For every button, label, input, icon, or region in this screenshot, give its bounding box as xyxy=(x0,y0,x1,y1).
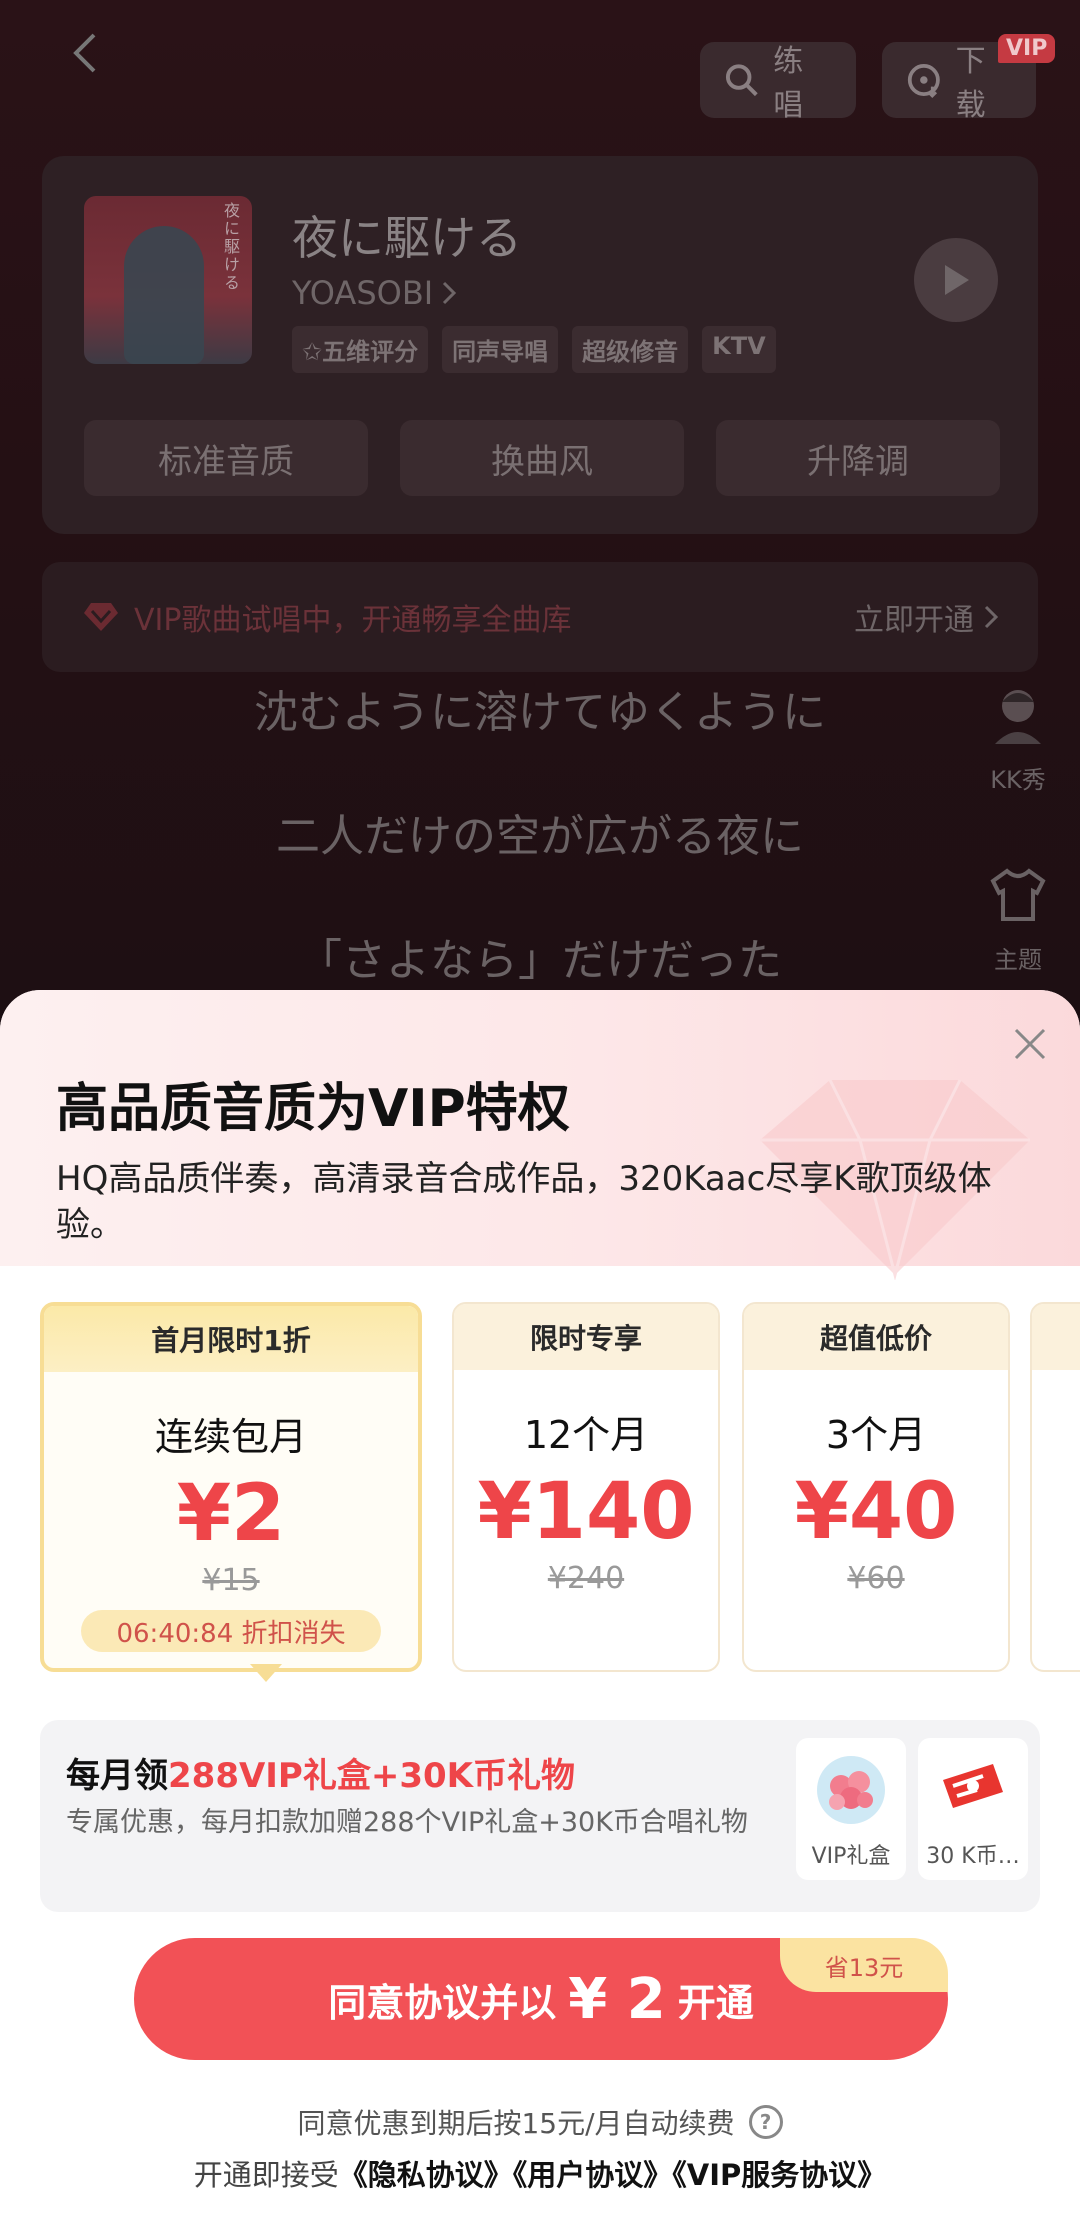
agreement-line: 开通即接受《隐私协议》《用户协议》《VIP服务协议》 xyxy=(0,2152,1080,2194)
ticket-icon xyxy=(943,1764,1003,1808)
chevron-left-icon xyxy=(73,33,96,73)
diamond-heart-icon xyxy=(84,603,118,631)
agreement-prefix: 开通即接受 xyxy=(193,2158,339,2192)
monthly-benefit-card: 每月领288VIP礼盒+30K币礼物 专属优惠，每月扣款加赠288个VIP礼盒+… xyxy=(40,1720,1040,1912)
plan-card-monthly[interactable]: 首月限时1折 连续包月 ¥2 ¥15 06:40:84 折扣消失 xyxy=(40,1302,422,1672)
discount-countdown: 06:40:84 折扣消失 xyxy=(81,1610,381,1652)
artist-name: YOASOBI xyxy=(292,274,434,312)
selected-pointer xyxy=(250,1664,282,1682)
pitch-button[interactable]: 升降调 xyxy=(716,420,1000,496)
benefit-title: 每月领288VIP礼盒+30K币礼物 xyxy=(66,1756,576,1796)
song-tags: ✩五维评分 同声导唱 超级修音 KTV xyxy=(292,326,776,373)
avatar-icon xyxy=(983,680,1053,750)
chevron-right-icon xyxy=(443,281,457,305)
tshirt-icon xyxy=(983,860,1053,930)
plan-card-3-months[interactable]: 超值低价 3个月 ¥40 ¥60 xyxy=(742,1302,1010,1672)
vip-purchase-sheet: 高品质音质为VIP特权 HQ高品质伴奏，高清录音合成作品，320Kaac尽享K歌… xyxy=(0,990,1080,2238)
theme-label: 主题 xyxy=(994,946,1042,974)
plan-card-more[interactable] xyxy=(1030,1302,1080,1672)
download-disc-icon xyxy=(907,64,940,98)
vip-trial-banner[interactable]: VIP歌曲试唱中，开通畅享全曲库 立即开通 xyxy=(42,562,1038,672)
auto-renew-note: 同意优惠到期后按15元/月自动续费 ? xyxy=(0,2102,1080,2142)
plan-name: 12个月 xyxy=(523,1413,649,1457)
sheet-title: 高品质音质为VIP特权 xyxy=(56,1079,570,1139)
user-agreement-link[interactable]: 《用户协议》 xyxy=(513,2158,673,2192)
plan-name: 3个月 xyxy=(825,1413,927,1457)
save-badge: 省13元 xyxy=(780,1938,948,1992)
song-tag-rating[interactable]: ✩五维评分 xyxy=(292,326,429,373)
cta-amount: ¥ 2 xyxy=(568,1966,666,2032)
benefit-description: 专属优惠，每月扣款加赠288个VIP礼盒+30K币合唱礼物 xyxy=(66,1807,748,1838)
option-row: 标准音质 换曲风 升降调 xyxy=(84,420,1000,496)
gift-label: VIP礼盒 xyxy=(811,1844,891,1869)
plan-name: 连续包月 xyxy=(154,1415,307,1459)
gift-vip-box[interactable]: VIP礼盒 xyxy=(796,1738,906,1880)
song-tag-guide[interactable]: 同声导唱 xyxy=(442,326,559,373)
plan-price: ¥140 xyxy=(477,1467,695,1557)
kk-show-label: KK秀 xyxy=(990,766,1046,794)
song-tag-tune[interactable]: 超级修音 xyxy=(572,326,689,373)
gift-label: 30 K币… xyxy=(926,1844,1020,1869)
plan-original-price: ¥15 xyxy=(202,1563,260,1598)
plan-price: ¥2 xyxy=(176,1469,286,1559)
style-button[interactable]: 换曲风 xyxy=(400,420,684,496)
cover-figure xyxy=(124,226,204,364)
quality-button[interactable]: 标准音质 xyxy=(84,420,368,496)
practice-button[interactable]: 练唱 xyxy=(700,42,856,123)
chevron-right-icon xyxy=(984,605,998,629)
song-title: 夜に駆ける xyxy=(292,211,522,265)
download-vip-badge: VIP xyxy=(998,34,1056,63)
plan-tag xyxy=(1032,1304,1080,1370)
play-button[interactable] xyxy=(914,238,998,322)
lyric-line: 沈むように溶けてゆくように xyxy=(254,687,826,738)
close-icon xyxy=(1014,1028,1046,1060)
plan-list: 首月限时1折 连续包月 ¥2 ¥15 06:40:84 折扣消失 限时专享 12… xyxy=(40,1302,1080,1682)
open-now-link[interactable]: 立即开通 xyxy=(854,595,998,639)
vip-banner-text: VIP歌曲试唱中，开通畅享全曲库 xyxy=(134,603,572,638)
lyric-line: 二人だけの空が広がる夜に xyxy=(276,811,804,862)
player-background: 练唱 下载 VIP 夜に駆ける 夜に駆ける YOASOBI ✩五维评分 同声导唱… xyxy=(0,0,1080,1000)
sheet-header: 高品质音质为VIP特权 HQ高品质伴奏，高清录音合成作品，320Kaac尽享K歌… xyxy=(0,990,1080,1280)
search-icon xyxy=(725,64,758,97)
cover-text: 夜に駆ける xyxy=(221,202,240,292)
question-icon[interactable]: ? xyxy=(748,2105,783,2139)
flower-bouquet-icon xyxy=(817,1756,885,1824)
plan-card-12-months[interactable]: 限时专享 12个月 ¥140 ¥240 xyxy=(452,1302,720,1672)
song-artist-link[interactable]: YOASOBI xyxy=(292,274,457,312)
vip-service-agreement-link[interactable]: 《VIP服务协议》 xyxy=(672,2158,886,2192)
album-cover: 夜に駆ける xyxy=(84,196,252,364)
theme-button[interactable]: 主题 xyxy=(968,860,1068,975)
song-tag-ktv[interactable]: KTV xyxy=(702,326,776,373)
kk-show-button[interactable]: KK秀 xyxy=(968,680,1068,795)
cta-prefix: 同意协议并以 xyxy=(328,1980,557,2025)
song-card: 夜に駆ける 夜に駆ける YOASOBI ✩五维评分 同声导唱 超级修音 KTV … xyxy=(42,156,1038,534)
practice-label: 练唱 xyxy=(773,44,804,123)
plan-price: ¥40 xyxy=(794,1467,958,1557)
plan-tag: 超值低价 xyxy=(744,1304,1008,1370)
close-button[interactable] xyxy=(1008,1022,1052,1066)
lyric-line: 「さよなら」だけだった xyxy=(298,935,782,986)
renew-text: 同意优惠到期后按15元/月自动续费 xyxy=(297,2107,735,2140)
back-button[interactable] xyxy=(60,28,110,78)
gift-k-coins[interactable]: 30 K币… xyxy=(918,1738,1028,1880)
plan-original-price: ¥240 xyxy=(547,1561,625,1596)
privacy-agreement-link[interactable]: 《隐私协议》 xyxy=(339,2158,513,2192)
play-icon xyxy=(945,265,969,295)
plan-tag: 限时专享 xyxy=(454,1304,718,1370)
sheet-description: HQ高品质伴奏，高清录音合成作品，320Kaac尽享K歌顶级体验。 xyxy=(56,1159,992,1245)
plan-original-price: ¥60 xyxy=(847,1561,905,1596)
plan-tag: 首月限时1折 xyxy=(44,1306,418,1372)
cta-suffix: 开通 xyxy=(677,1980,754,2025)
